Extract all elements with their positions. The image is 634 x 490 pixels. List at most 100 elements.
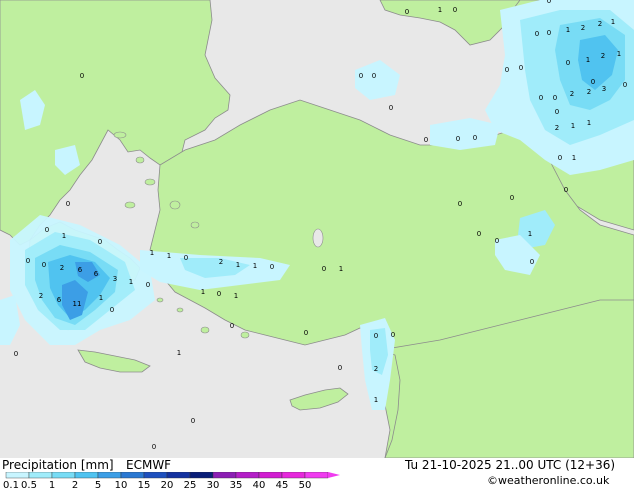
map-value-label: 0: [26, 257, 30, 265]
map-value-label: 1: [339, 265, 343, 273]
map-value-label: 3: [113, 275, 117, 283]
map-value-label: 0: [146, 281, 150, 289]
legend-swatch: [212, 472, 237, 479]
map-value-label: 0: [510, 194, 514, 202]
map-value-label: 2: [60, 264, 64, 272]
map-value-label: 0: [359, 72, 363, 80]
legend-swatch: [304, 472, 329, 479]
map-value-label: 0: [42, 261, 46, 269]
legend-swatch: [5, 472, 30, 479]
legend-tick: 15: [138, 480, 151, 490]
map-value-label: 0: [372, 72, 376, 80]
legend-tick: 20: [161, 480, 174, 490]
legend-tick: 0.5: [21, 480, 37, 490]
map-value-label: 1: [528, 230, 532, 238]
legend-swatch: [120, 472, 145, 479]
map-value-label: 1: [201, 288, 205, 296]
legend-tick: 1: [49, 480, 55, 490]
map-title: Precipitation [mm]: [2, 458, 114, 472]
legend-arrow: [328, 472, 340, 478]
legend-tick: 5: [95, 480, 101, 490]
map-value-label: 1: [587, 119, 591, 127]
map-value-label: 1: [611, 18, 615, 26]
map-value-label: 2: [581, 24, 585, 32]
legend-tick: 50: [299, 480, 312, 490]
map-value-label: 0: [424, 136, 428, 144]
map-value-label: 1: [177, 349, 181, 357]
legend-tick: 45: [276, 480, 289, 490]
map-value-label: 0: [547, 29, 551, 37]
map-value-label: 1: [586, 56, 590, 64]
map-value-label: 6: [94, 270, 99, 278]
legend-tick-labels: 0.1 0.5 1 2 5 10 15 20 25 30 35 40 45 50: [3, 480, 311, 490]
map-value-label: 0: [453, 6, 457, 14]
map-value-label: 0: [80, 72, 84, 80]
map-value-label: 2: [601, 52, 605, 60]
map-value-label: 0: [338, 364, 342, 372]
map-value-label: 6: [57, 296, 62, 304]
map-value-label: 1: [167, 252, 171, 260]
map-value-label: 0: [152, 443, 156, 451]
map-value-label: 0: [45, 226, 49, 234]
map-value-label: 1: [571, 122, 575, 130]
map-value-label: 0: [547, 0, 551, 5]
map-value-label: 1: [617, 50, 621, 58]
credit-text: ©weatheronline.co.uk: [487, 474, 610, 487]
legend-tick: 10: [115, 480, 128, 490]
map-value-label: 0: [458, 200, 462, 208]
map-value-label: 3: [602, 85, 606, 93]
map-value-label: 0: [558, 154, 562, 162]
map-value-label: 0: [270, 263, 274, 271]
legend-tick: 2: [72, 480, 78, 490]
lake-tuz: [312, 228, 324, 248]
map-value-label: 0: [374, 332, 378, 340]
map-value-label: 2: [587, 88, 591, 96]
map-value-label: 0: [191, 417, 195, 425]
map-value-label: 1: [129, 278, 133, 286]
legend-color-boxes: [5, 472, 340, 479]
model-name: ECMWF: [126, 458, 172, 472]
map-value-label: 0: [566, 59, 570, 67]
map-value-label: 2: [219, 258, 223, 266]
map-value-label: 0: [535, 30, 539, 38]
color-legend: 0.1 0.5 1 2 5 10 15 20 25 30 35 40 45 50: [3, 472, 340, 490]
map-value-label: 11: [73, 300, 82, 308]
map-value-label: 0: [184, 254, 188, 262]
map-value-label: 0: [391, 331, 395, 339]
map-value-label: 1: [150, 249, 154, 257]
map-footer: Precipitation [mm] ECMWF Tu 21-10-2025 2…: [0, 458, 634, 490]
map-value-label: 1: [566, 26, 570, 34]
map-value-label: 0: [530, 258, 534, 266]
legend-swatch: [74, 472, 99, 479]
map-value-label: 0: [110, 306, 114, 314]
map-value-label: 0: [473, 134, 477, 142]
map-value-label: 0: [539, 94, 543, 102]
legend-swatch: [28, 472, 53, 479]
map-value-label: 0: [230, 322, 234, 330]
legend-tick: 35: [230, 480, 243, 490]
map-value-label: 0: [477, 230, 481, 238]
precipitation-map: 0 1 000 0 1 2 2 1000 1 2 10 00 0 2 2 302 1 11000 000 0 00000…: [0, 0, 634, 458]
map-value-label: 0: [623, 81, 627, 89]
map-value-label: 0: [591, 78, 595, 86]
legend-swatch: [235, 472, 260, 479]
map-value-label: 1: [572, 154, 576, 162]
legend-tick: 40: [253, 480, 266, 490]
map-stage: 0100001221000121000022302111000000000000…: [0, 0, 634, 490]
map-value-label: 2: [598, 20, 602, 28]
legend-swatch: [281, 472, 306, 479]
map-value-label: 1: [253, 262, 257, 270]
map-value-label: 0: [405, 8, 409, 16]
valid-time: Tu 21-10-2025 21..00 UTC (12+36): [405, 458, 616, 472]
map-value-label: 1: [62, 232, 66, 240]
map-value-label: 6: [78, 266, 83, 274]
map-value-label: 1: [234, 292, 238, 300]
legend-tick: 0.1: [3, 480, 19, 490]
map-value-label: 0: [322, 265, 326, 273]
map-value-label: 2: [374, 365, 378, 373]
map-value-label: 0: [564, 186, 568, 194]
map-value-label: 0: [66, 200, 70, 208]
map-value-label: 0: [389, 104, 393, 112]
legend-swatch: [97, 472, 122, 479]
map-value-label: 2: [555, 124, 559, 132]
